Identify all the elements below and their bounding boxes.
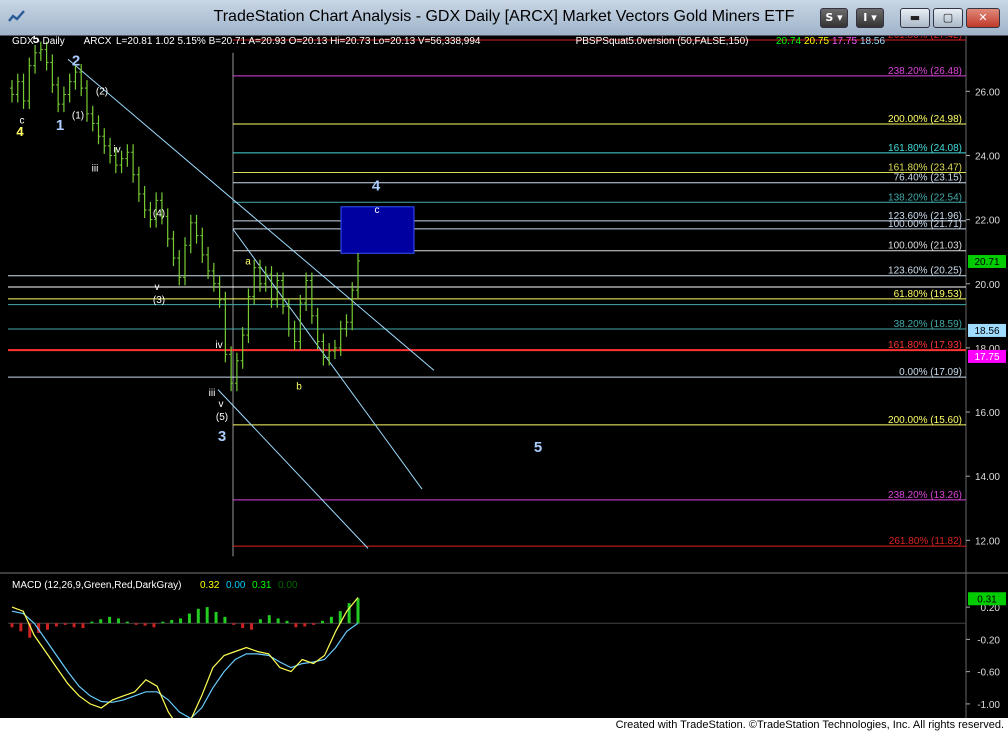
fib-level-label: 100.00% (21.71) — [888, 219, 962, 230]
wave-label: 3 — [218, 428, 226, 445]
fib-level-label: 200.00% (24.98) — [888, 114, 962, 125]
channel-line-middle — [232, 228, 423, 490]
wave-label: a — [245, 257, 251, 268]
wave-label: (2) — [96, 87, 108, 98]
symbol-link-label: S — [825, 11, 834, 24]
wave-label: 4 — [372, 178, 381, 195]
wave-label: v — [219, 399, 224, 410]
fib-level-label: 200.00% (15.60) — [888, 415, 962, 426]
macd-line — [11, 597, 359, 718]
copyright-text: Created with TradeStation. ©TradeStation… — [615, 719, 1004, 731]
fib-level-label: 161.80% (24.08) — [888, 143, 962, 154]
price-axis-tick-label: 20.00 — [975, 280, 1000, 291]
wave-label: (4) — [153, 208, 165, 219]
price-axis-tick-label: 24.00 — [975, 151, 1000, 162]
macd-axis-tick-label: -0.60 — [977, 668, 1000, 679]
wave-label: b — [296, 382, 302, 393]
wave-label: iv — [215, 340, 222, 351]
price-axis-tick-label: 14.00 — [975, 472, 1000, 483]
fib-level-label: 238.20% (13.26) — [888, 490, 962, 501]
price-badge-text: 17.75 — [974, 352, 999, 363]
macd-value: 0.32 — [200, 580, 220, 591]
window-titlebar: TradeStation Chart Analysis - GDX Daily … — [0, 0, 1008, 36]
price-badge-text: 18.56 — [974, 326, 999, 337]
wave-label: (5) — [216, 412, 228, 423]
wave-label: (3) — [153, 295, 165, 306]
fib-level-label: 76.40% (23.15) — [894, 173, 962, 184]
macd-value: 0.31 — [252, 580, 272, 591]
fib-level-label: 0.00% (17.09) — [899, 367, 962, 378]
chart-exchange: ARCX — [84, 36, 112, 47]
symbol-link-button[interactable]: S ▾ — [820, 8, 848, 28]
price-axis-tick-label: 16.00 — [975, 408, 1000, 419]
maximize-button[interactable]: ▢ — [933, 8, 963, 28]
indicator-value: 20.74 — [776, 36, 801, 47]
price-axis-tick-label: 22.00 — [975, 216, 1000, 227]
fib-level-label: 100.00% (21.03) — [888, 241, 962, 252]
interval-link-label: I — [863, 11, 868, 24]
fib-level-label: 138.20% (22.54) — [888, 192, 962, 203]
price-axis-tick-label: 26.00 — [975, 87, 1000, 98]
close-button[interactable]: ✕ — [966, 8, 1000, 28]
wave-label: iii — [209, 388, 216, 399]
fib-level-label: 38.20% (18.59) — [894, 319, 962, 330]
macd-axis-tick-label: -1.00 — [977, 700, 1000, 711]
macd-axis-tick-label: -0.20 — [977, 635, 1000, 646]
wave-label: 1 — [56, 117, 64, 134]
minimize-button[interactable]: ▬ — [900, 8, 930, 28]
chart-symbol: GDX - Daily — [12, 36, 65, 47]
fib-level-label: 123.60% (20.25) — [888, 266, 962, 277]
indicator-name: PBSPSquat5.0version (50,FALSE,150) — [576, 36, 749, 47]
macd-signal-line — [11, 610, 359, 718]
fib-level-label: 261.80% (11.82) — [889, 536, 962, 547]
wave-label: (1) — [72, 111, 84, 122]
price-chart[interactable]: 261.80% (27.42) 238.20% (26.48) 200.00% (2… — [0, 36, 1008, 718]
wave-label: iii — [92, 164, 99, 175]
wave-label: v — [155, 282, 160, 293]
indicator-value: 20.75 — [804, 36, 829, 47]
wave-label: c — [375, 205, 380, 216]
macd-value: 0.00 — [278, 580, 298, 591]
price-badge-text: 20.71 — [974, 257, 999, 268]
macd-badge-text: 0.31 — [977, 594, 997, 605]
indicator-value: 18.56 — [860, 36, 885, 47]
macd-label: MACD (12,26,9,Green,Red,DarkGray) — [12, 580, 182, 591]
price-axis-tick-label: 12.00 — [975, 536, 1000, 547]
fib-level-label: 161.80% (17.93) — [888, 340, 962, 351]
wave-label: iv — [113, 144, 120, 155]
interval-link-button[interactable]: I ▾ — [856, 8, 884, 28]
chart-stats: L=20.81 1.02 5.15% B=20.71 A=20.93 O=20.… — [116, 36, 481, 47]
fib-level-label: 61.80% (19.53) — [894, 289, 962, 300]
wave-label: 2 — [72, 53, 80, 70]
fib-level-label: 238.20% (26.48) — [888, 66, 962, 77]
macd-value: 0.00 — [226, 580, 246, 591]
indicator-value: 17.75 — [832, 36, 857, 47]
fib-level-label: 261.80% (27.42) — [888, 36, 962, 41]
wave-label: 4 — [16, 124, 24, 139]
channel-line-lower — [217, 389, 369, 549]
wave-label: 5 — [534, 439, 542, 456]
copyright-footer: Created with TradeStation. ©TradeStation… — [0, 718, 1008, 732]
